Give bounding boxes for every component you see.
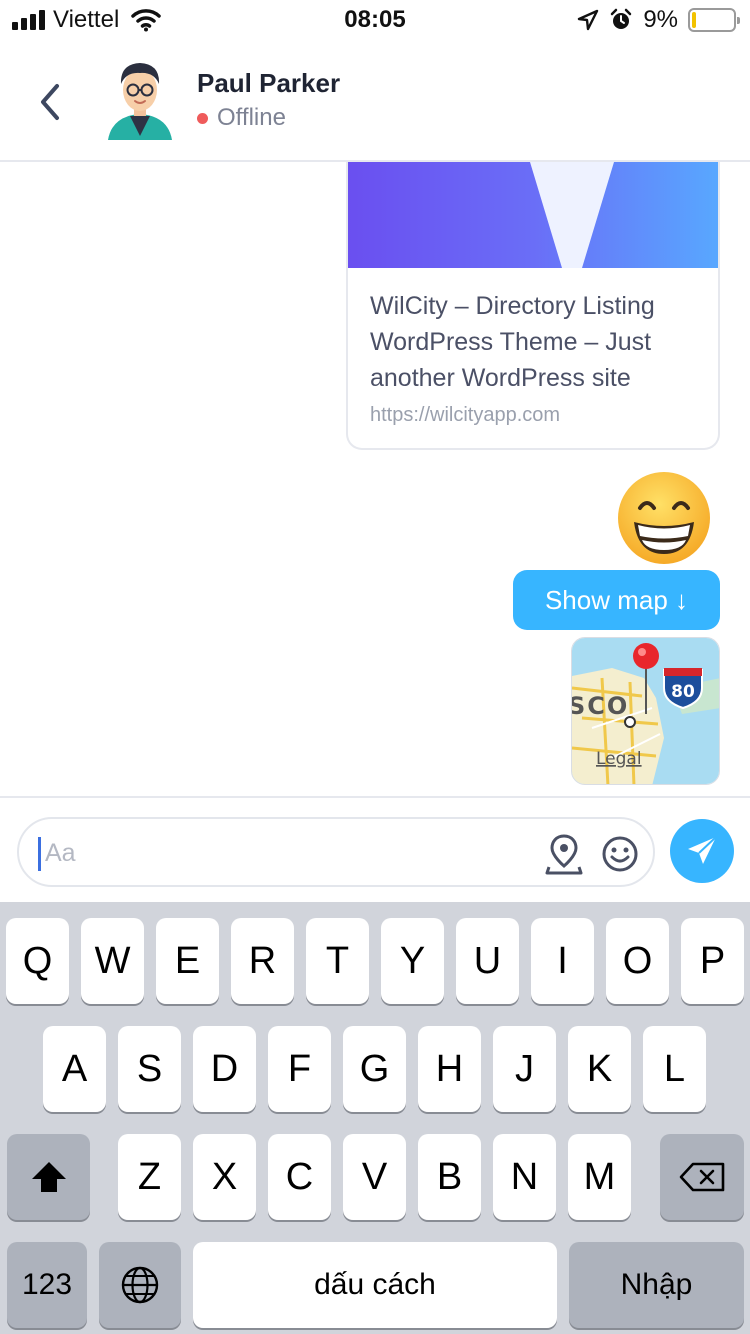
message-list[interactable]: WilCity – Directory Listing WordPress Th… (0, 162, 750, 796)
key-n[interactable]: N (493, 1134, 556, 1220)
globe-key[interactable] (99, 1242, 181, 1328)
link-preview-card[interactable]: WilCity – Directory Listing WordPress Th… (346, 162, 720, 450)
message-composer: Aa (0, 796, 750, 902)
chevron-left-icon (41, 84, 59, 120)
key-c[interactable]: C (268, 1134, 331, 1220)
key-u[interactable]: U (456, 918, 519, 1004)
map-thumbnail[interactable]: SCO 80 Legal (571, 637, 720, 785)
key-d[interactable]: D (193, 1026, 256, 1112)
numbers-key[interactable]: 123 (7, 1242, 87, 1328)
key-j[interactable]: J (493, 1026, 556, 1112)
space-key[interactable]: dấu cách (193, 1242, 557, 1328)
send-icon (688, 836, 717, 864)
avatar[interactable] (104, 54, 176, 140)
key-h[interactable]: H (418, 1026, 481, 1112)
location-arrow-icon (578, 9, 599, 31)
globe-icon (121, 1266, 159, 1304)
location-pin-icon[interactable] (545, 833, 583, 875)
route-shield-label: 80 (671, 682, 695, 702)
key-a[interactable]: A (43, 1026, 106, 1112)
alarm-icon (611, 8, 632, 29)
key-b[interactable]: B (418, 1134, 481, 1220)
presence-dot (197, 112, 208, 124)
key-z[interactable]: Z (118, 1134, 181, 1220)
key-q[interactable]: Q (6, 918, 69, 1004)
show-map-button[interactable]: Show map ↓ (513, 570, 720, 630)
key-p[interactable]: P (681, 918, 744, 1004)
return-key[interactable]: Nhập (569, 1242, 744, 1328)
key-w[interactable]: W (81, 918, 144, 1004)
key-i[interactable]: I (531, 918, 594, 1004)
smiley-icon[interactable] (601, 835, 639, 873)
presence-label: Offline (217, 104, 286, 131)
status-bar: Viettel 08:05 9% (0, 0, 750, 40)
text-caret (38, 837, 41, 871)
key-y[interactable]: Y (381, 918, 444, 1004)
back-button[interactable] (26, 74, 74, 130)
chat-header: Paul Parker Offline (0, 40, 750, 162)
key-s[interactable]: S (118, 1026, 181, 1112)
battery-icon (688, 8, 740, 32)
presence-status: Offline (197, 104, 286, 132)
map-legal-link[interactable]: Legal (596, 749, 642, 769)
backspace-icon (679, 1162, 725, 1192)
link-title: WilCity – Directory Listing WordPress Th… (370, 292, 655, 392)
key-m[interactable]: M (568, 1134, 631, 1220)
link-url[interactable]: https://wilcityapp.com (370, 404, 560, 427)
shift-icon (31, 1162, 66, 1192)
key-g[interactable]: G (343, 1026, 406, 1112)
key-o[interactable]: O (606, 918, 669, 1004)
send-button[interactable] (670, 819, 734, 883)
battery-percent: 9% (643, 6, 678, 33)
grinning-face-emoji (618, 472, 710, 564)
contact-name: Paul Parker (197, 68, 341, 98)
link-preview-image (348, 162, 718, 268)
message-input-placeholder: Aa (45, 839, 76, 867)
message-input[interactable]: Aa (17, 817, 655, 887)
key-x[interactable]: X (193, 1134, 256, 1220)
map-image: SCO 80 Legal (572, 638, 719, 784)
key-k[interactable]: K (568, 1026, 631, 1112)
key-f[interactable]: F (268, 1026, 331, 1112)
backspace-key[interactable] (660, 1134, 744, 1220)
key-e[interactable]: E (156, 918, 219, 1004)
key-v[interactable]: V (343, 1134, 406, 1220)
key-r[interactable]: R (231, 918, 294, 1004)
map-city-label: SCO (572, 692, 629, 720)
shift-key[interactable] (7, 1134, 90, 1220)
key-l[interactable]: L (643, 1026, 706, 1112)
keyboard: QWERTYUIOP ASDFGHJKL ZXCVBNM 123 dấu các… (0, 902, 750, 1334)
key-t[interactable]: T (306, 918, 369, 1004)
